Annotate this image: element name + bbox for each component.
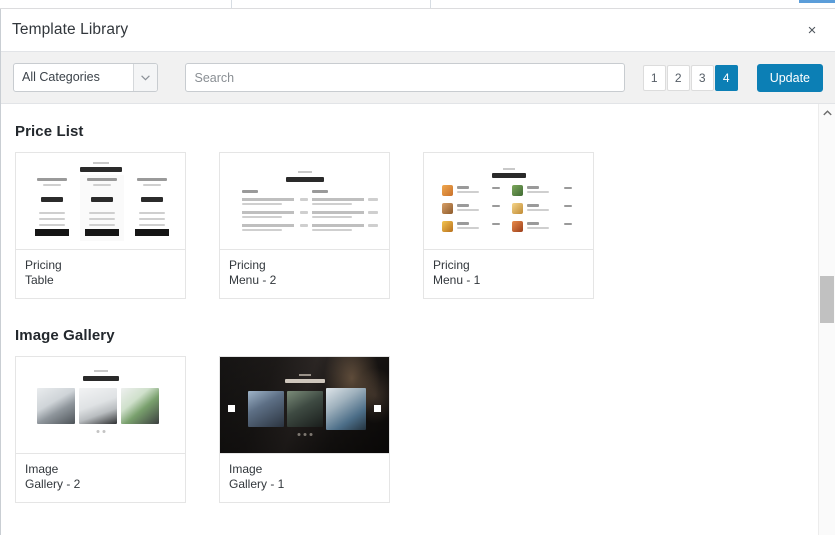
pricing-table-preview [16,153,185,249]
template-thumbnail-image-gallery-1 [220,357,389,454]
template-card-label-line1: Image [229,462,263,476]
modal-titlebar: Template Library × [1,9,835,52]
library-body: Price List Pricing Table Pricing Menu - … [1,104,835,535]
page-title: Template Library [12,21,129,38]
template-card-label-line1: Pricing [25,258,62,272]
close-icon[interactable]: × [797,15,827,45]
section-title-image-gallery: Image Gallery [15,327,115,344]
template-card-label-line1: Image [25,462,59,476]
template-card-pricing-table[interactable]: Pricing Table [15,152,186,299]
template-list: Price List Pricing Table Pricing Menu - … [1,104,818,535]
background-seam [231,0,232,8]
background-accent-bar [799,0,835,3]
template-card-label: Pricing Table [16,250,185,298]
chevron-up-icon[interactable] [819,104,835,121]
background-page-strip [0,0,835,9]
template-thumbnail-image-gallery-2 [16,357,185,454]
template-thumbnail-pricing-menu-2 [220,153,389,250]
template-card-image-gallery-1[interactable]: Image Gallery - 1 [219,356,390,503]
template-card-image-gallery-2[interactable]: Image Gallery - 2 [15,356,186,503]
template-card-label-line2: Gallery - 1 [229,477,285,491]
library-toolbar: All Categories 1 2 3 4 Update [1,52,835,104]
category-filter[interactable]: All Categories [13,63,158,92]
template-card-label-line2: Menu - 1 [433,273,481,287]
vertical-scrollbar[interactable] [818,104,835,535]
template-library-modal: Template Library × All Categories 1 2 3 … [0,9,835,535]
template-card-pricing-menu-2[interactable]: Pricing Menu - 2 [219,152,390,299]
image-gallery-1-preview [220,357,389,453]
page-button-4[interactable]: 4 [714,64,738,91]
template-card-label: Pricing Menu - 2 [220,250,389,298]
pricing-menu-2-preview [220,153,389,249]
card-row-price-list: Pricing Table Pricing Menu - 2 Pricing M… [15,152,818,299]
template-card-pricing-menu-1[interactable]: Pricing Menu - 1 [423,152,594,299]
update-button[interactable]: Update [756,63,823,92]
search-input[interactable] [184,63,625,92]
page-button-1[interactable]: 1 [642,64,666,91]
card-row-image-gallery: Image Gallery - 2 Image Gallery - 1 [15,356,818,503]
scrollbar-thumb[interactable] [820,276,834,323]
page-button-3[interactable]: 3 [690,64,714,91]
background-seam [430,0,431,8]
template-card-label-line2: Table [25,273,54,287]
template-card-label-line2: Gallery - 2 [25,477,81,491]
section-title-price-list: Price List [15,123,84,140]
template-thumbnail-pricing-menu-1 [424,153,593,250]
template-thumbnail-pricing-table [16,153,185,250]
page-button-2[interactable]: 2 [666,64,690,91]
template-card-label: Image Gallery - 1 [220,454,389,502]
category-select[interactable]: All Categories [13,63,158,92]
template-card-label: Pricing Menu - 1 [424,250,593,298]
template-card-label-line1: Pricing [433,258,470,272]
pricing-menu-1-preview [424,153,593,249]
image-gallery-2-preview [16,357,185,453]
pagination: 1 2 3 4 [642,64,739,91]
template-card-label: Image Gallery - 2 [16,454,185,502]
template-card-label-line2: Menu - 2 [229,273,277,287]
template-card-label-line1: Pricing [229,258,266,272]
